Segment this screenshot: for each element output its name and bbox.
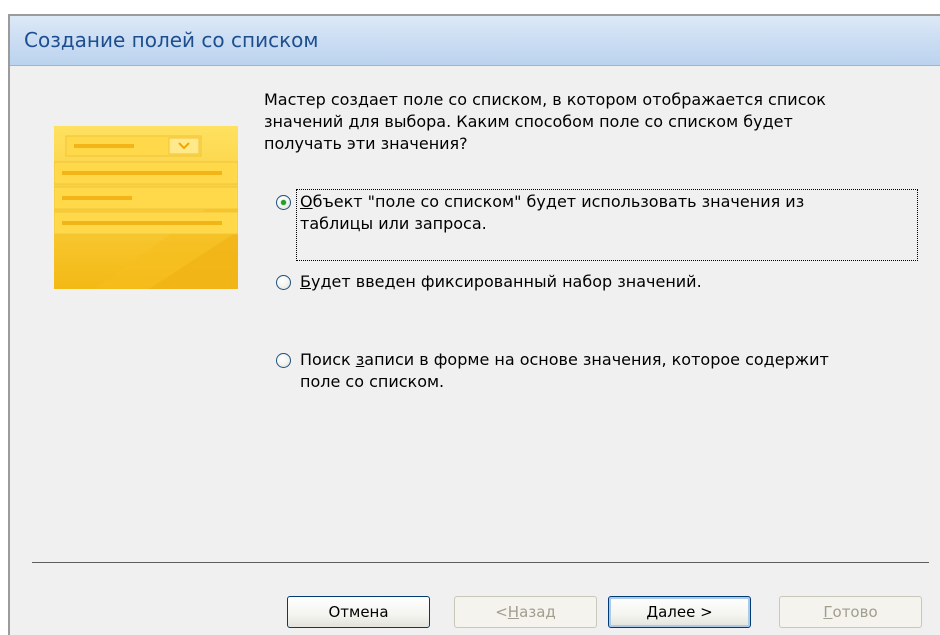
option-table-query-label[interactable]: Объект "поле со списком" будет использов…: [296, 189, 918, 261]
cancel-button[interactable]: Отмена: [287, 596, 430, 628]
finish-button[interactable]: Готово: [779, 596, 922, 628]
radio-unselected-icon[interactable]: [276, 353, 291, 368]
back-button[interactable]: < Назад: [454, 596, 597, 628]
radio-unselected-icon[interactable]: [276, 275, 291, 290]
combo-box-illustration-icon: [54, 126, 238, 289]
next-button[interactable]: Далее >: [608, 596, 751, 628]
footer-separator: [32, 562, 929, 563]
dialog-title: Создание полей со списком: [24, 28, 319, 52]
radio-selected-icon[interactable]: [276, 195, 291, 210]
wizard-intro-text: Мастер создает поле со списком, в которо…: [264, 90, 826, 153]
option-fixed-values-label[interactable]: Будет введен фиксированный набор значени…: [297, 270, 705, 294]
option-find-record-label[interactable]: Поиск записи в форме на основе значения,…: [297, 348, 832, 394]
title-bar[interactable]: Создание полей со списком: [10, 16, 940, 66]
dialog-window: Создание полей со списком Мастер создает…: [8, 14, 940, 635]
